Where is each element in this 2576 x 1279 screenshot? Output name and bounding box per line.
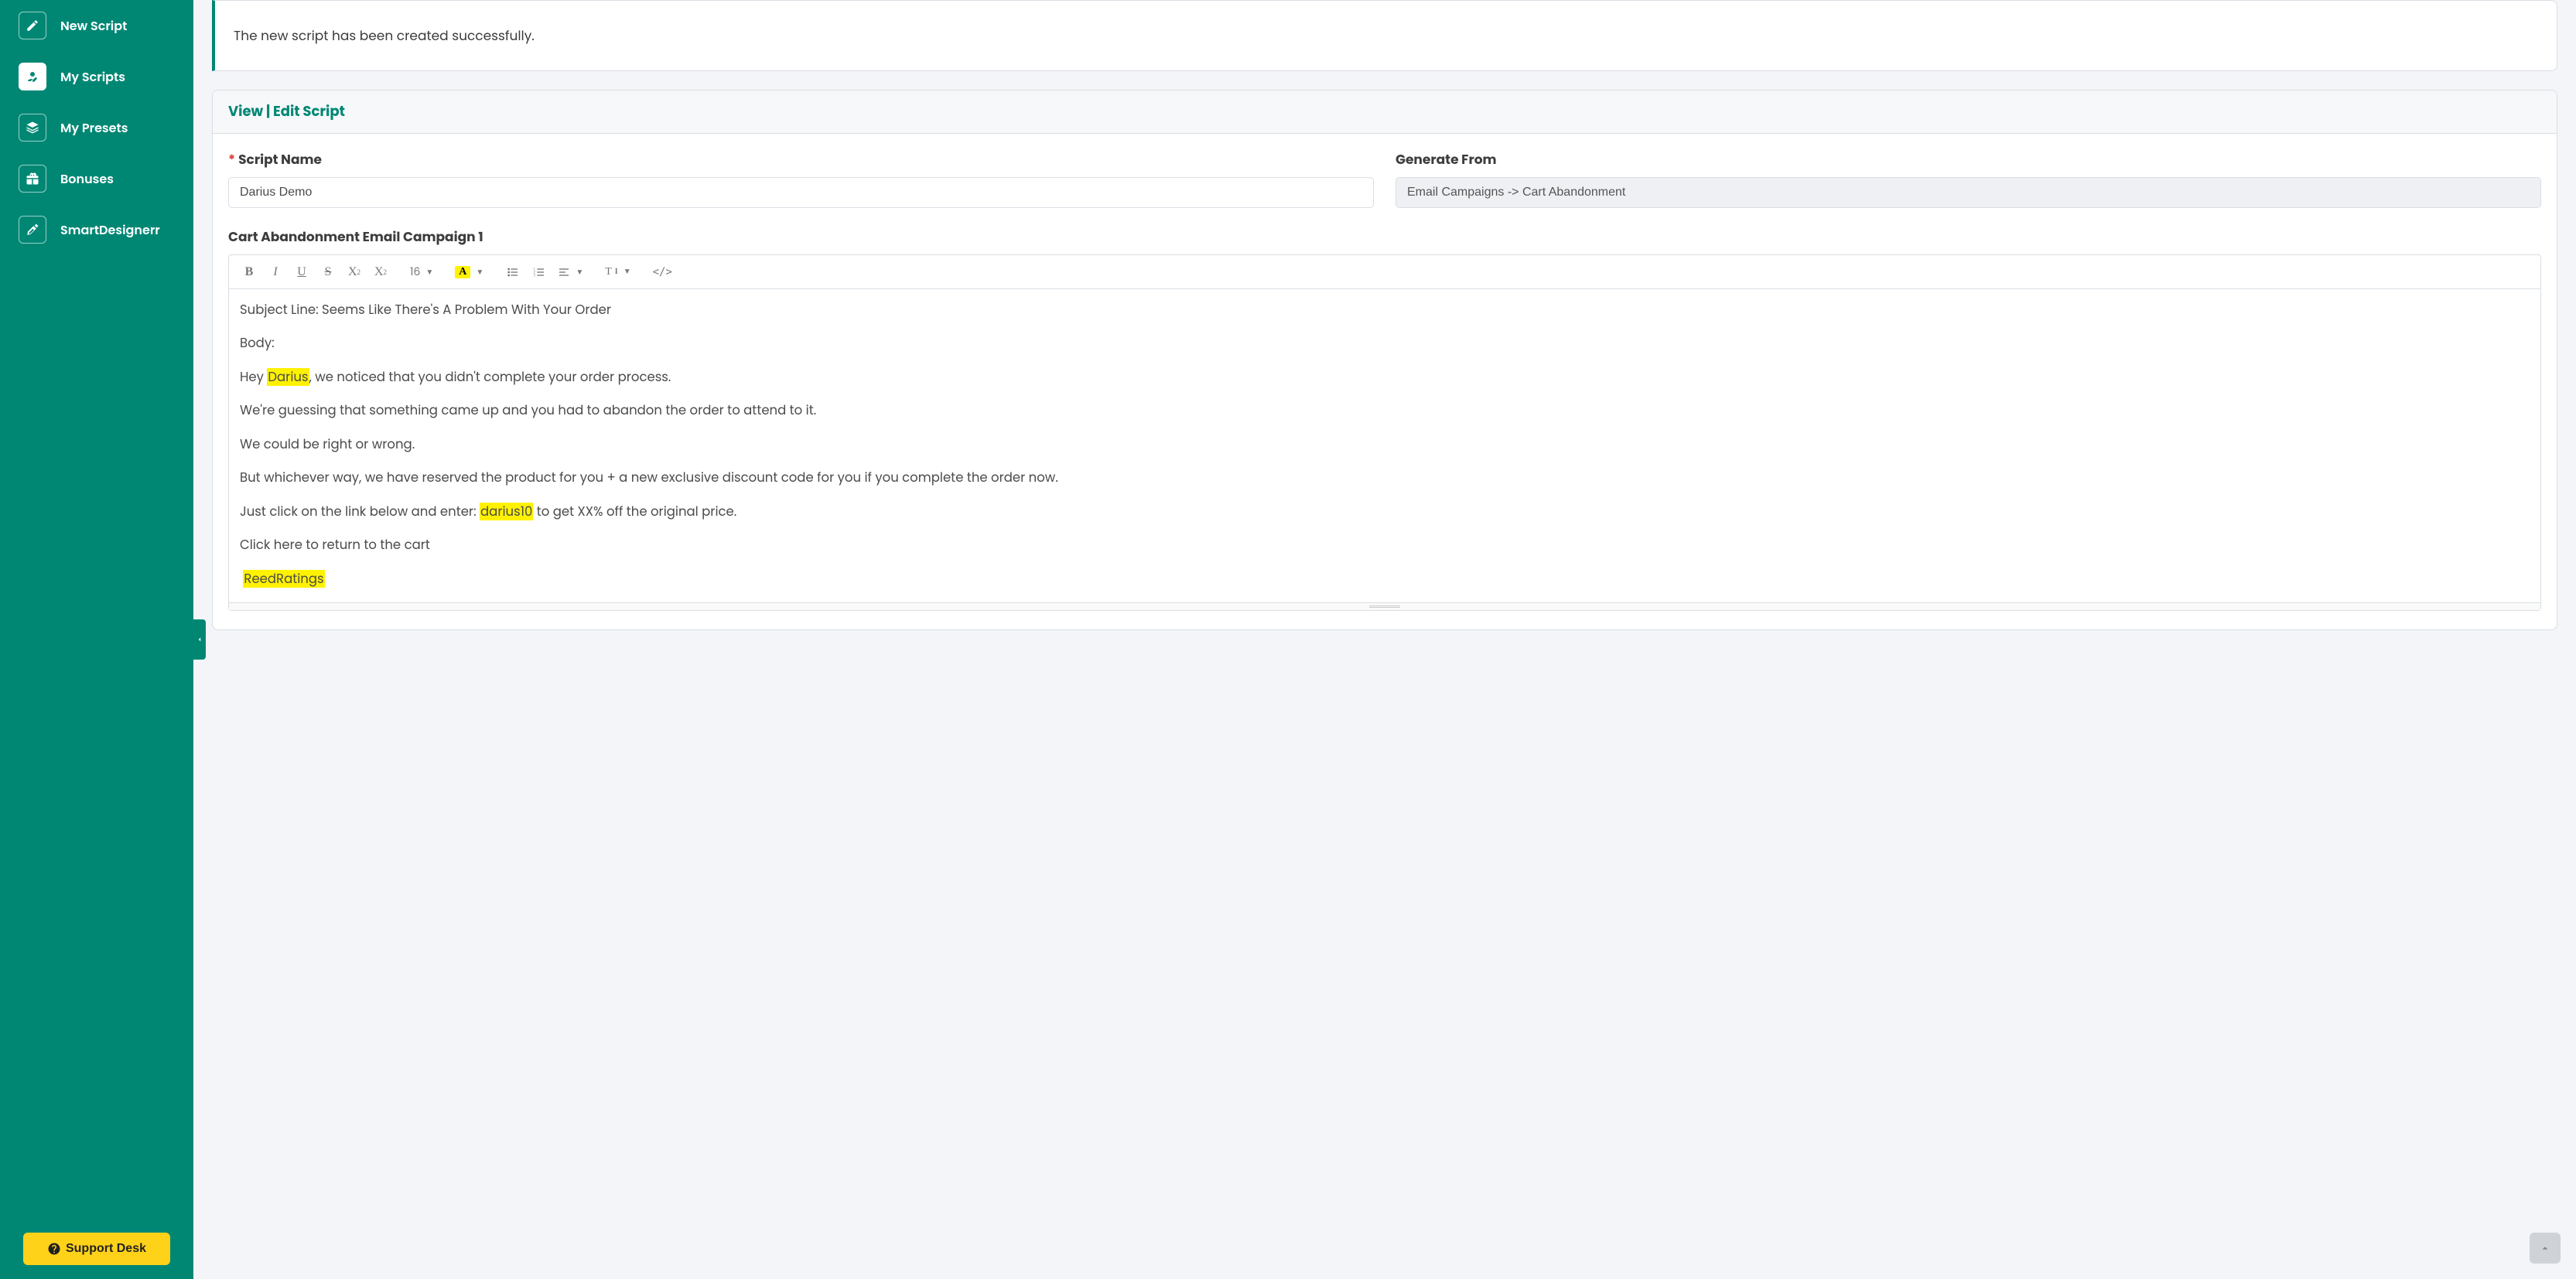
sidebar-item-label: New Script [60,16,127,36]
support-desk-button[interactable]: Support Desk [23,1233,170,1265]
scroll-to-top-button[interactable] [2530,1233,2561,1264]
alert-message: The new script has been created successf… [234,26,535,45]
chevron-up-icon [2540,1243,2550,1253]
generate-from-label: Generate From [1396,149,2541,169]
sidebar-item-label: Bonuses [60,169,114,189]
bold-button[interactable]: B [237,261,261,284]
sidebar-item-my-scripts[interactable]: My Scripts [0,51,193,102]
generate-from-input [1396,177,2541,208]
highlight-code: darius10 [480,503,533,520]
user-edit-icon [19,63,46,90]
svg-text:3: 3 [534,274,536,278]
font-color-dropdown[interactable]: A▼ [450,261,488,284]
support-desk-label: Support Desk [66,1242,146,1256]
main-content: The new script has been created successf… [193,0,2576,661]
highlight-name: Darius [267,368,309,386]
sidebar-collapse-toggle[interactable] [193,619,206,660]
font-size-dropdown[interactable]: 16▼ [405,261,438,284]
sidebar-item-label: SmartDesignerr [60,220,160,240]
sidebar-item-label: My Presets [60,118,128,138]
editor-toolbar: B I U S X2 X2 16▼ A▼ [229,255,2540,289]
editor-resize-handle[interactable] [229,602,2540,610]
layers-icon [19,114,46,142]
script-name-input[interactable] [228,177,1374,208]
highlight-signature: ReedRatings [243,570,324,588]
success-alert: The new script has been created successf… [212,0,2557,71]
sidebar-item-new-script[interactable]: New Script [0,0,193,51]
pencil-icon [19,12,46,39]
font-color-icon: A [455,266,470,278]
rich-text-editor: B I U S X2 X2 16▼ A▼ [228,254,2541,611]
sidebar-item-smartdesignerr[interactable]: SmartDesignerr [0,204,193,255]
edit-script-card: View | Edit Script *Script Name Generate… [212,90,2557,630]
strikethrough-button[interactable]: S [316,261,340,284]
chevron-left-icon [196,636,203,643]
sidebar-item-my-presets[interactable]: My Presets [0,102,193,153]
script-name-label: *Script Name [228,149,1374,169]
list-ol-icon: 123 [533,266,545,278]
sidebar-item-bonuses[interactable]: Bonuses [0,153,193,204]
clear-format-dropdown[interactable]: TI▼ [600,261,635,284]
editor-section-title: Cart Abandonment Email Campaign 1 [228,227,2541,247]
card-header: View | Edit Script [213,90,2557,134]
ordered-list-button[interactable]: 123 [527,261,552,284]
editor-content[interactable]: Subject Line: Seems Like There's A Probl… [229,289,2540,602]
sidebar: New Script My Scripts My Presets Bonuses… [0,0,193,1279]
unordered-list-button[interactable] [501,261,525,284]
align-dropdown[interactable]: ▼ [553,261,588,284]
align-icon [558,266,570,278]
pen-nib-icon [19,216,46,244]
gift-icon [19,165,46,193]
superscript-button[interactable]: X2 [342,261,367,284]
list-ul-icon [507,266,519,278]
code-view-button[interactable]: </> [648,261,677,284]
help-icon [47,1242,61,1256]
underline-button[interactable]: U [289,261,314,284]
italic-button[interactable]: I [263,261,288,284]
required-asterisk: * [228,150,235,169]
subscript-button[interactable]: X2 [368,261,393,284]
sidebar-item-label: My Scripts [60,67,125,87]
